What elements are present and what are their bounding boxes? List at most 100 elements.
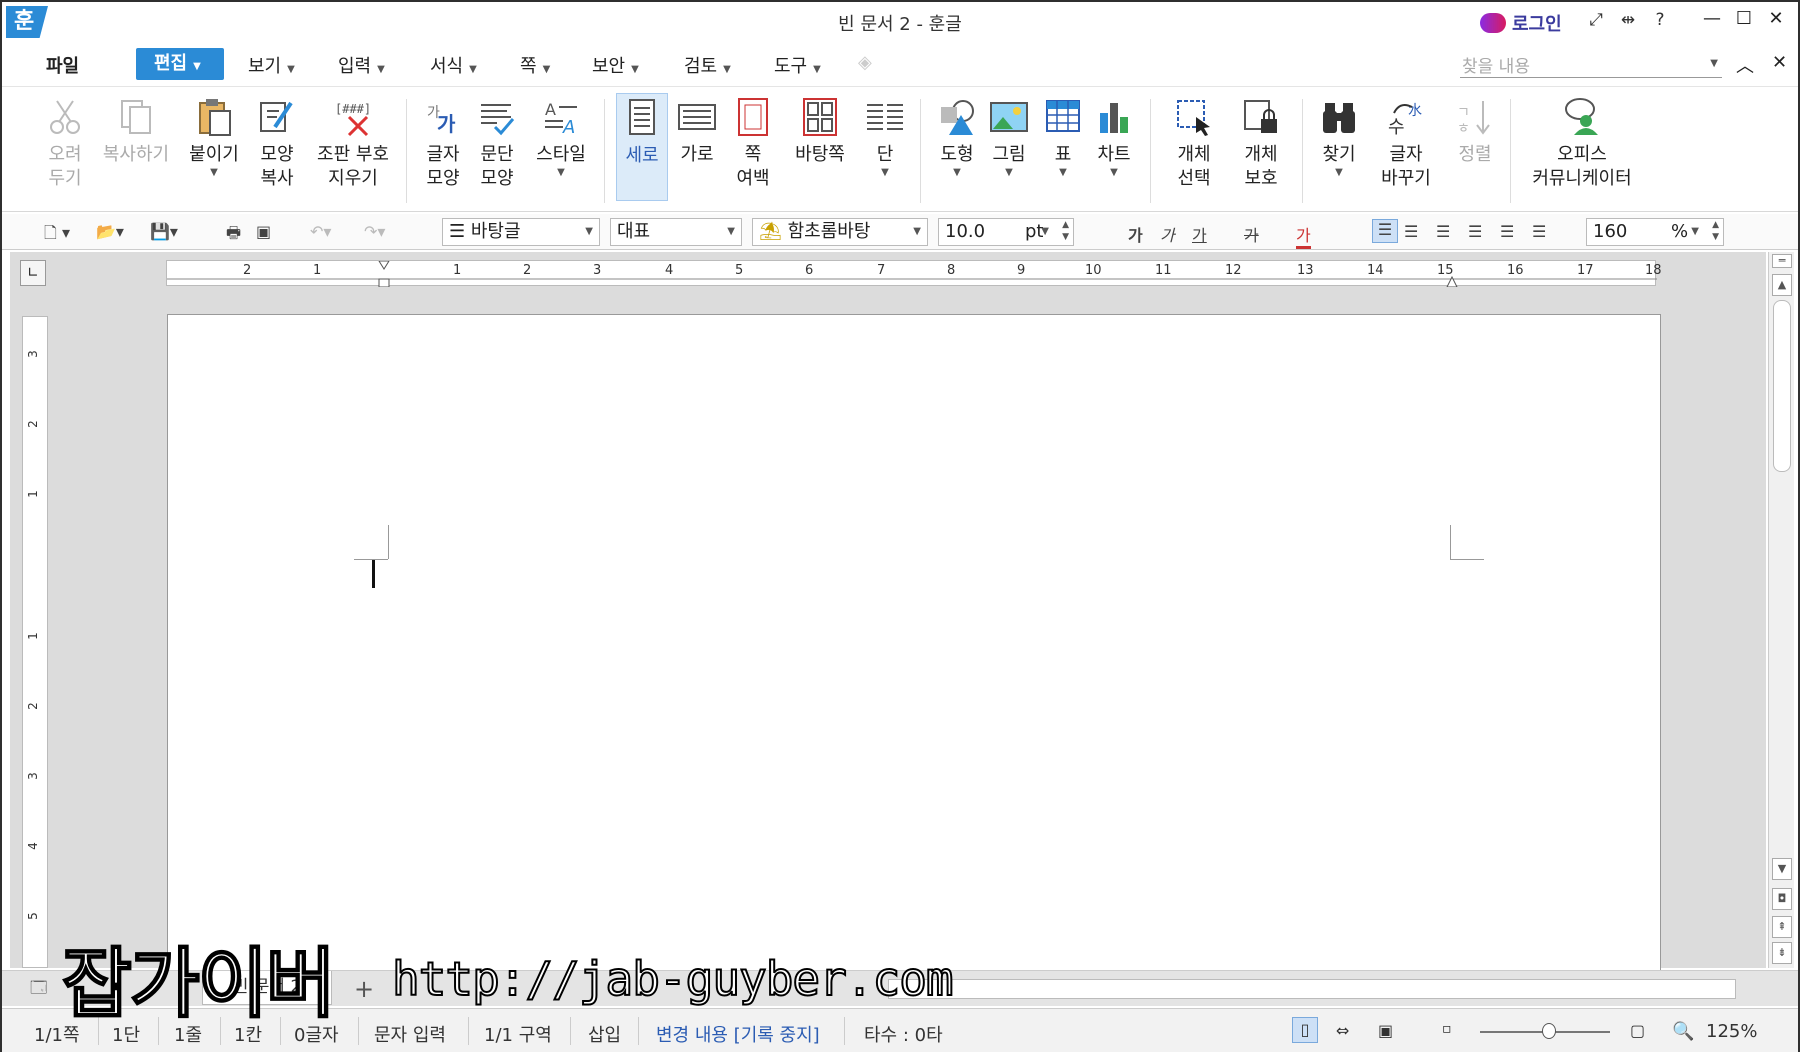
document-page[interactable] [167,314,1661,974]
font-select[interactable]: ⛱ 함초롬바탕 ▼ [752,218,928,246]
new-document-icon[interactable]: 🗋 ▾ [44,222,70,249]
office-communicator-button[interactable]: 오피스 커뮤니케이터 [1526,97,1638,191]
menu-edit[interactable]: 편집 ▼ [136,48,224,80]
object-protect-button[interactable]: 개체 보호 [1232,97,1290,191]
italic-button[interactable]: 가 [1160,222,1175,246]
picture-button[interactable]: 그림 ▼ [986,97,1032,179]
para-shape-button[interactable]: 문단 모양 [474,97,520,191]
maximize-button[interactable]: ☐ [1734,8,1754,29]
chevron-down-icon[interactable]: ▼ [986,167,1032,179]
shape-button[interactable]: 도형 ▼ [932,97,982,179]
align-center-icon[interactable]: ☰ [1436,222,1450,241]
font-size-input[interactable]: 10.0 pt ▼ ▲ ▼ [938,218,1074,246]
table-button[interactable]: 표 ▼ [1040,97,1086,179]
chevron-down-icon[interactable]: ▼ [932,167,982,179]
fullscreen-icon[interactable]: ⤢ [1586,10,1606,30]
status-insert[interactable]: 삽입 [588,1021,621,1047]
paste-button[interactable]: 붙이기 ▼ [186,97,242,179]
undo-icon[interactable]: ↶▾ [310,222,331,241]
scroll-down-icon[interactable]: ▼ [1772,858,1792,880]
save-icon[interactable]: 💾▾ [150,222,178,241]
add-tab-button[interactable]: + [354,975,374,1003]
columns-button[interactable]: 단 ▼ [862,97,908,179]
style-button[interactable]: AA 스타일 ▼ [530,97,592,179]
chevron-down-icon[interactable]: ▼ [1710,58,1718,69]
sort-button[interactable]: ㄱㅎ 정렬 [1452,97,1498,167]
line-spacing-input[interactable]: 160 % ▼ ▲ ▼ [1586,218,1724,246]
chevron-down-icon[interactable]: ▼ [1691,219,1699,245]
prev-page-icon[interactable]: ⇞ [1772,916,1792,938]
horizontal-scrollbar[interactable] [888,979,1736,999]
menu-format[interactable]: 서식 ▼ [430,52,477,78]
chevron-down-icon[interactable]: ▼ [913,219,921,245]
collab-icon[interactable]: ◈ [858,52,872,73]
chevron-down-icon[interactable]: ▼ [1316,167,1362,179]
preview-icon[interactable]: ▣ [256,222,271,241]
menu-security[interactable]: 보안 ▼ [592,52,639,78]
zoom-slider-knob[interactable] [1542,1023,1556,1039]
width-fit-icon[interactable]: ⇔ [1336,1021,1349,1040]
find-button[interactable]: 찾기 ▼ [1316,97,1362,179]
open-folder-icon[interactable]: 📂▾ [96,222,124,241]
spinner-icon[interactable]: ▲ ▼ [1062,219,1069,243]
horizontal-ruler[interactable]: 2 1 1 2 3 4 5 6 7 8 9 10 11 12 13 14 15 … [166,260,1662,287]
spinner-icon[interactable]: ▲ ▼ [1712,219,1719,243]
status-input-mode[interactable]: 문자 입력 [374,1021,446,1047]
minimize-button[interactable]: — [1702,8,1722,29]
language-select[interactable]: 대표 ▼ [610,218,742,246]
format-painter-button[interactable]: 모양 복사 [254,97,300,191]
chevron-down-icon[interactable]: ▼ [585,219,593,245]
object-select-button[interactable]: 개체 선택 [1168,97,1220,191]
full-page-icon[interactable]: ▣ [1378,1021,1393,1040]
close-doc-icon[interactable]: ✕ [1772,52,1787,78]
zoom-magnifier-icon[interactable]: 🔍 [1672,1021,1694,1042]
ruler-tab-icon[interactable]: ∟ [20,260,46,286]
menu-view[interactable]: 보기 ▼ [248,52,295,78]
master-page-button[interactable]: 바탕쪽 [788,97,852,167]
align-right-icon[interactable]: ☰ [1468,222,1482,241]
copy-button[interactable]: 복사하기 [98,97,174,167]
divide-icon[interactable]: ☰ [1532,222,1546,241]
clear-marks-button[interactable]: [###] 조판 부호 지우기 [312,97,394,191]
collapse-ribbon-icon[interactable]: ︿ [1736,52,1754,78]
zoom-out-icon[interactable]: ▫ [1442,1021,1452,1037]
menu-review[interactable]: 검토 ▼ [684,52,731,78]
chevron-down-icon[interactable]: ▼ [727,219,735,245]
strikethrough-button[interactable]: 가 [1244,222,1259,246]
page-view-icon[interactable]: ◘ [1772,888,1792,910]
help-icon[interactable]: ? [1650,10,1670,30]
vertical-ruler[interactable]: 3 2 1 1 2 3 4 5 [22,316,48,968]
menu-page[interactable]: 쪽 ▼ [520,52,550,78]
underline-button[interactable]: 가 [1192,222,1207,246]
page-view-mode-icon[interactable]: ▯ [1292,1017,1318,1043]
menu-insert[interactable]: 입력 ▼ [338,52,385,78]
next-page-icon[interactable]: ⇟ [1772,942,1792,964]
cut-button[interactable]: 오려 두기 [42,97,88,191]
print-icon[interactable]: 🖶 [226,222,241,249]
redo-icon[interactable]: ↷▾ [364,222,385,241]
resize-icon[interactable]: ⇹ [1618,10,1638,30]
distribute-icon[interactable]: ☰ [1500,222,1514,241]
chart-button[interactable]: 차트 ▼ [1090,97,1138,179]
replace-button[interactable]: 수水 글자 바꾸기 [1372,97,1440,191]
align-left-icon[interactable]: ☰ [1404,222,1418,241]
status-zoom[interactable]: 125% [1706,1021,1757,1042]
scroll-up-icon[interactable]: ▲ [1772,274,1792,296]
chevron-down-icon[interactable]: ▼ [186,167,242,179]
chevron-down-icon[interactable]: ▼ [1041,219,1049,245]
chevron-down-icon[interactable]: ▼ [1040,167,1086,179]
close-button[interactable]: ✕ [1766,8,1786,29]
portrait-button[interactable]: 세로 [616,93,668,201]
search-input[interactable]: 찾을 내용 ▼ [1460,52,1722,78]
status-track-changes[interactable]: 변경 내용 [기록 중지] [656,1021,820,1047]
bold-button[interactable]: 가 [1128,222,1143,246]
zoom-in-icon[interactable]: ▢ [1630,1021,1645,1040]
text-color-button[interactable]: 가 [1296,222,1311,249]
page-margin-button[interactable]: 쪽 여백 [730,97,776,191]
tab-list-icon[interactable]: 🗔 [30,977,47,1004]
scrollbar-thumb[interactable] [1773,300,1791,472]
chevron-down-icon[interactable]: ▼ [1090,167,1138,179]
menu-tools[interactable]: 도구 ▼ [774,52,821,78]
justify-icon[interactable]: ☰ [1372,219,1398,243]
style-select[interactable]: ☰ 바탕글 ▼ [442,218,600,246]
